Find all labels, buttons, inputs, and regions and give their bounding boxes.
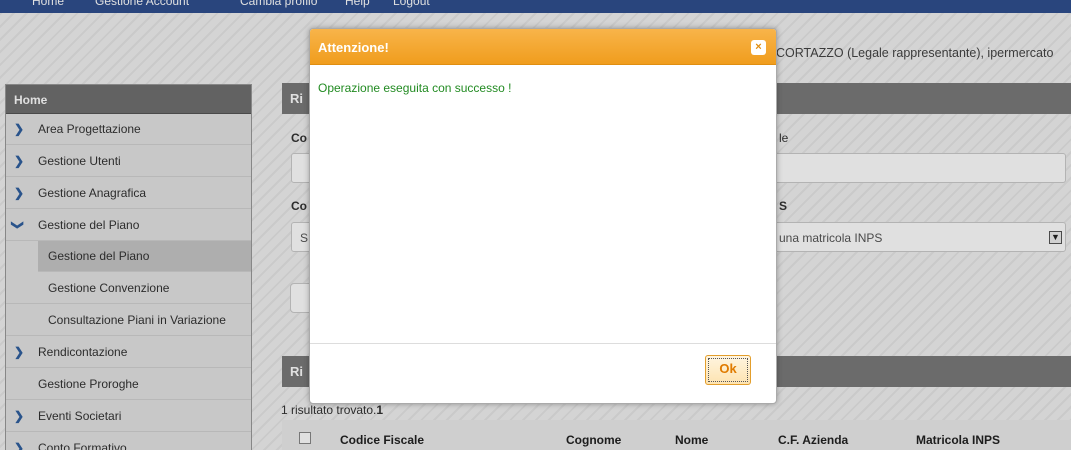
close-icon[interactable]: ×: [751, 40, 766, 55]
alert-dialog: Attenzione! × Operazione eseguita con su…: [309, 28, 777, 404]
dialog-divider: [310, 343, 776, 344]
dialog-message: Operazione eseguita con successo !: [318, 81, 512, 95]
dialog-titlebar: Attenzione! ×: [310, 29, 776, 65]
dialog-title: Attenzione!: [318, 40, 389, 55]
ok-button[interactable]: Ok: [705, 355, 751, 385]
